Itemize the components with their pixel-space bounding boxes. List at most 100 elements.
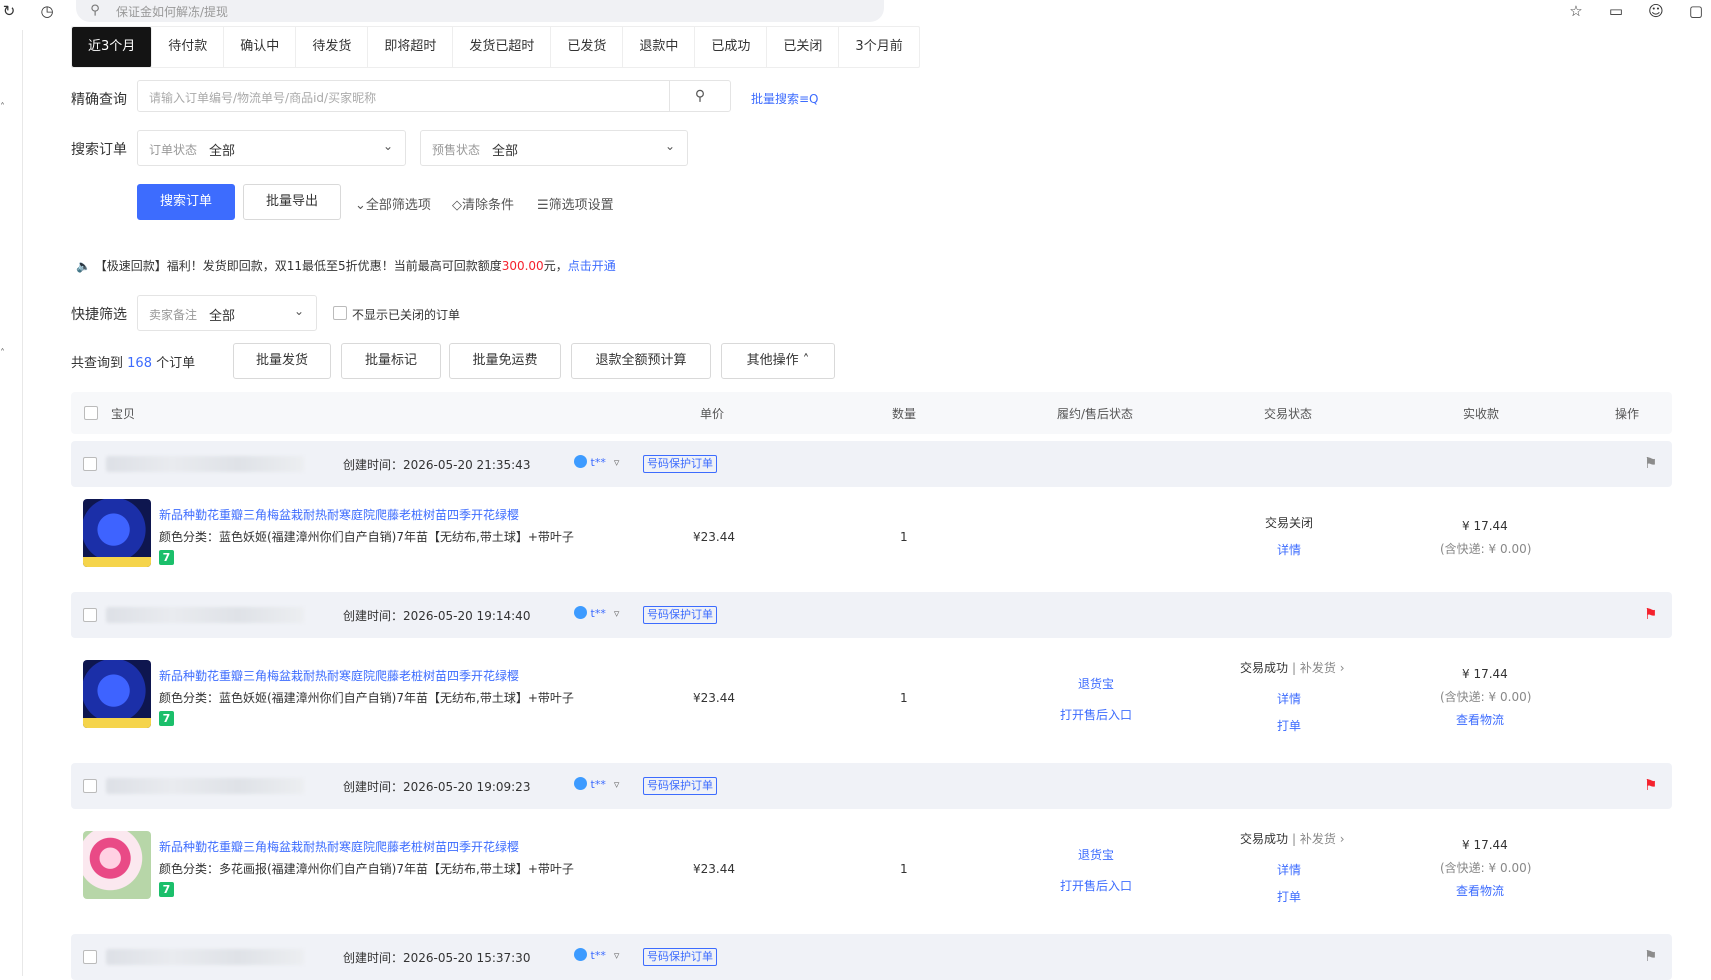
- view-logistics-link[interactable]: 查看物流: [1456, 711, 1504, 728]
- order-flag-icon[interactable]: ⚑: [1644, 605, 1657, 623]
- chat-icon[interactable]: ▢: [1687, 2, 1705, 20]
- refresh-icon[interactable]: ↻: [0, 2, 18, 20]
- seller-remark-select-label: 卖家备注: [149, 308, 198, 322]
- global-search-bar[interactable]: ⚲ 保证金如何解冻/提现: [76, 0, 884, 22]
- order-header: 创建时间：2026-05-20 19:09:23 t** ▿ 号码保护订单 ⚑: [71, 763, 1672, 809]
- presale-status-select[interactable]: 预售状态 全部 ⌄: [420, 130, 688, 166]
- after-sale-link[interactable]: 打开售后入口: [1060, 706, 1132, 723]
- tab-1[interactable]: 待付款: [152, 27, 225, 67]
- batch-export-button[interactable]: 批量导出: [243, 184, 341, 220]
- order-select-checkbox[interactable]: [83, 608, 97, 622]
- order-number-redacted: [106, 456, 304, 472]
- buyer-nick[interactable]: t** ▿: [574, 455, 619, 469]
- quantity: 1: [900, 862, 908, 876]
- search-order-button[interactable]: 搜索订单: [137, 184, 235, 220]
- trade-action-link[interactable]: 详情: [1277, 541, 1301, 558]
- tab-6[interactable]: 已发货: [551, 27, 624, 67]
- order-status-select[interactable]: 订单状态 全部 ⌄: [137, 130, 406, 166]
- search-icon[interactable]: ⚲: [669, 81, 730, 111]
- product-title-link[interactable]: 新品种勤花重瓣三角梅盆栽耐热耐寒庭院爬藤老桩树苗四季开花绿樱: [159, 838, 519, 855]
- order-flag-icon[interactable]: ⚑: [1644, 776, 1657, 794]
- batch-search-link[interactable]: 批量搜索≡Q: [751, 90, 819, 107]
- resend-link[interactable]: | 补发货 ›: [1292, 661, 1344, 675]
- order-flag-icon[interactable]: ⚑: [1644, 454, 1657, 472]
- quick-filter-label: 快捷筛选: [71, 307, 127, 323]
- trade-action-link[interactable]: 打单: [1277, 717, 1301, 734]
- trade-action-link[interactable]: 打单: [1277, 888, 1301, 905]
- collapse-caret-icon[interactable]: ˄: [0, 348, 5, 359]
- bookmark-icon[interactable]: ▭: [1607, 2, 1625, 20]
- trade-status: 交易成功 | 补发货 ›: [1240, 659, 1345, 676]
- tab-4[interactable]: 即将超时: [368, 27, 454, 67]
- product-thumbnail[interactable]: [83, 499, 151, 567]
- precise-query-input[interactable]: 请输入订单编号/物流单号/商品id/买家昵称 ⚲: [137, 80, 731, 112]
- left-rail-divider: [22, 30, 23, 976]
- history-icon[interactable]: ◷: [38, 2, 56, 20]
- order-select-checkbox[interactable]: [83, 950, 97, 964]
- trade-action-link[interactable]: 详情: [1277, 861, 1301, 878]
- collapse-caret-icon[interactable]: ˄: [0, 102, 5, 113]
- tab-8[interactable]: 已成功: [695, 27, 768, 67]
- buyer-nick[interactable]: t** ▿: [574, 777, 619, 791]
- wangwang-icon[interactable]: [574, 948, 587, 961]
- tab-5[interactable]: 发货已超时: [453, 27, 552, 67]
- buyer-nick-text: t**: [590, 778, 606, 791]
- batch-ship-button[interactable]: 批量发货: [233, 343, 331, 379]
- tab-3[interactable]: 待发货: [296, 27, 369, 67]
- wangwang-icon[interactable]: [574, 606, 587, 619]
- order-select-checkbox[interactable]: [83, 779, 97, 793]
- hide-closed-label: 不显示已关闭的订单: [352, 308, 461, 322]
- order-header: 创建时间：2026-05-20 21:35:43 t** ▿ 号码保护订单 ⚑: [71, 441, 1672, 487]
- star-icon[interactable]: ☆: [1567, 2, 1585, 20]
- trade-action-link[interactable]: 详情: [1277, 690, 1301, 707]
- tab-0[interactable]: 近3个月: [72, 27, 153, 67]
- tab-10[interactable]: 3个月前: [839, 27, 918, 67]
- order-created-time: 创建时间：2026-05-20 15:37:30: [343, 951, 531, 965]
- view-logistics-link[interactable]: 查看物流: [1456, 882, 1504, 899]
- product-thumbnail[interactable]: [83, 660, 151, 728]
- filter-icon[interactable]: ▿: [614, 949, 620, 962]
- tab-7[interactable]: 退款中: [623, 27, 696, 67]
- filter-icon[interactable]: ▿: [614, 456, 620, 469]
- filter-settings-button[interactable]: ☰筛选项设置: [537, 194, 614, 213]
- browser-toolbar: ↻ ◷ ⚲ 保证金如何解冻/提现 ☆ ▭ ☺ ▢: [0, 0, 1711, 22]
- product-thumbnail[interactable]: [83, 831, 151, 899]
- other-actions-button[interactable]: 其他操作 ˄: [721, 343, 835, 379]
- all-filters-toggle[interactable]: ⌄全部筛选项: [355, 194, 431, 213]
- product-title-link[interactable]: 新品种勤花重瓣三角梅盆栽耐热耐寒庭院爬藤老桩树苗四季开花绿樱: [159, 667, 519, 684]
- clear-conditions-button[interactable]: ◇清除条件: [452, 194, 514, 213]
- hide-closed-checkbox[interactable]: [333, 306, 347, 320]
- trade-status-text: 交易关闭: [1265, 516, 1314, 530]
- batch-free-shipping-button[interactable]: 批量免运费: [449, 343, 561, 379]
- tab-9[interactable]: 已关闭: [767, 27, 840, 67]
- buyer-nick-text: t**: [590, 456, 606, 469]
- order-header: 创建时间：2026-05-20 15:37:30 t** ▿ 号码保护订单 ⚑: [71, 934, 1672, 980]
- tab-2[interactable]: 确认中: [224, 27, 297, 67]
- select-all-checkbox[interactable]: [84, 406, 98, 420]
- product-title-link[interactable]: 新品种勤花重瓣三角梅盆栽耐热耐寒庭院爬藤老桩树苗四季开花绿樱: [159, 506, 519, 523]
- filter-icon[interactable]: ▿: [614, 607, 620, 620]
- after-sale-link[interactable]: 打开售后入口: [1060, 877, 1132, 894]
- buyer-nick[interactable]: t** ▿: [574, 948, 619, 962]
- quantity: 1: [900, 530, 908, 544]
- number-protection-tag: 号码保护订单: [643, 777, 717, 795]
- order-flag-icon[interactable]: ⚑: [1644, 947, 1657, 965]
- order-select-checkbox[interactable]: [83, 457, 97, 471]
- refund-precalc-button[interactable]: 退款全额预计算: [571, 343, 711, 379]
- batch-mark-button[interactable]: 批量标记: [341, 343, 441, 379]
- resend-link[interactable]: | 补发货 ›: [1292, 832, 1344, 846]
- presale-status-select-value: 全部: [492, 144, 519, 159]
- after-sale-link[interactable]: 退货宝: [1078, 846, 1114, 863]
- shipping-fee: (含快递: ¥ 0.00): [1440, 861, 1532, 875]
- filter-icon[interactable]: ▿: [614, 778, 620, 791]
- notice-enable-link[interactable]: 点击开通: [568, 259, 616, 273]
- buyer-nick[interactable]: t** ▿: [574, 606, 619, 620]
- seller-remark-select[interactable]: 卖家备注 全部 ⌄: [137, 295, 317, 331]
- bot-icon[interactable]: ☺: [1647, 2, 1665, 20]
- product-spec: 颜色分类：蓝色妖姬(福建漳州你们自产自销)7年苗【无纺布,带土球】+带叶子: [159, 691, 574, 705]
- wangwang-icon[interactable]: [574, 777, 587, 790]
- after-sale-link[interactable]: 退货宝: [1078, 675, 1114, 692]
- chevron-down-icon: ⌄: [382, 139, 393, 153]
- wangwang-icon[interactable]: [574, 455, 587, 468]
- order-status-select-label: 订单状态: [149, 143, 198, 157]
